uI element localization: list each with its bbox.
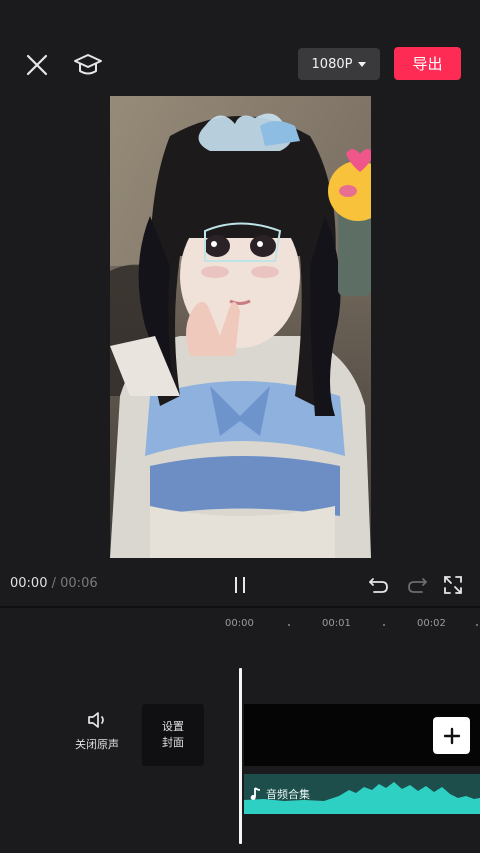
redo-icon — [408, 578, 427, 593]
resolution-dropdown[interactable]: 1080P — [298, 48, 380, 80]
fullscreen-button[interactable] — [440, 571, 466, 599]
ruler-dot — [288, 624, 290, 626]
time-ruler[interactable]: 00:00 00:01 00:02 — [0, 610, 480, 638]
top-bar: 1080P 导出 — [0, 0, 480, 95]
audio-label: 音频合集 — [250, 786, 310, 802]
cover-label-line1: 设置 — [162, 720, 184, 733]
speaker-icon — [88, 712, 104, 728]
audio-track[interactable]: 音频合集 — [244, 774, 480, 814]
caret-down-icon — [358, 61, 367, 67]
undo-button[interactable] — [366, 571, 392, 599]
total-time: 00:06 — [60, 576, 98, 591]
audio-name: 音频合集 — [266, 788, 310, 801]
plus-icon — [443, 727, 460, 744]
video-preview[interactable] — [110, 96, 371, 558]
music-note-icon — [250, 787, 261, 800]
mute-original-button[interactable]: 关闭原声 — [66, 710, 128, 760]
export-button[interactable]: 导出 — [394, 47, 461, 80]
ruler-label: 00:00 — [225, 618, 254, 629]
ruler-dot — [476, 624, 478, 626]
redo-button[interactable] — [404, 571, 430, 599]
pause-icon — [243, 577, 245, 593]
pause-icon — [235, 577, 237, 593]
timecode: 00:00 / 00:06 — [10, 576, 98, 591]
play-pause-button[interactable] — [224, 571, 256, 599]
current-time: 00:00 — [10, 576, 48, 591]
cover-label-line2: 封面 — [162, 736, 184, 749]
fullscreen-icon — [444, 576, 462, 594]
mute-label: 关闭原声 — [75, 738, 119, 751]
close-button[interactable] — [20, 48, 54, 82]
tutorial-button[interactable] — [70, 48, 106, 82]
set-cover-button[interactable]: 设置 封面 — [142, 704, 204, 766]
resolution-label: 1080P — [311, 56, 353, 72]
time-separator: / — [51, 576, 56, 591]
ruler-label: 00:01 — [322, 618, 351, 629]
undo-icon — [369, 578, 388, 593]
ruler-dot — [383, 624, 385, 626]
playhead[interactable] — [239, 668, 242, 844]
selfie-photo — [110, 96, 371, 558]
add-clip-button[interactable] — [433, 717, 470, 754]
divider — [0, 606, 480, 608]
playback-controls: 00:00 / 00:06 — [0, 565, 480, 605]
close-icon — [26, 54, 48, 76]
ruler-label: 00:02 — [417, 618, 446, 629]
graduation-cap-icon — [74, 54, 102, 75]
